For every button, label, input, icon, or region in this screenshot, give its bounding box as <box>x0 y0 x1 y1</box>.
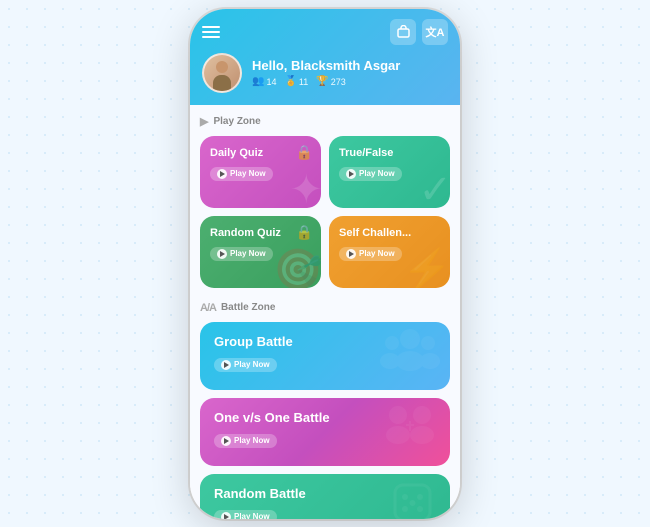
random-quiz-play-btn[interactable]: Play Now <box>210 247 273 261</box>
random-battle-card[interactable]: Random Battle Play Now <box>200 474 450 519</box>
greeting-text: Hello, Blacksmith Asgar <box>252 58 448 74</box>
self-challenge-bg-icon: ⚡ <box>402 246 450 288</box>
followers-count: 14 <box>266 77 276 87</box>
stat-followers: 👥 14 <box>252 76 276 87</box>
medals-count: 11 <box>299 77 308 87</box>
one-vs-one-card[interactable]: One v/s One Battle Play Now <box>200 398 450 466</box>
self-challenge-card[interactable]: Self Challen... Play Now ⚡ <box>329 216 450 288</box>
one-vs-one-play-btn[interactable]: Play Now <box>214 434 277 448</box>
true-false-bg-icon: ✓ <box>418 167 450 208</box>
profile-stats: 👥 14 🏅 11 🏆 273 <box>252 76 448 87</box>
battle-zone-icon: A/A <box>200 302 216 314</box>
main-content: ▶ Play Zone Daily Quiz Play Now 🔒 ✦ True… <box>190 105 460 519</box>
group-battle-play-btn[interactable]: Play Now <box>214 358 277 372</box>
true-false-card[interactable]: True/False Play Now ✓ <box>329 136 450 208</box>
play-zone-icon: ▶ <box>200 115 208 128</box>
battle-zone-title: Battle Zone <box>221 302 275 313</box>
random-quiz-bg-icon: 🎯 <box>273 246 321 288</box>
profile-info: Hello, Blacksmith Asgar 👥 14 🏅 11 🏆 273 <box>252 58 448 88</box>
random-battle-play-icon <box>221 512 231 519</box>
medals-icon: 🏅 <box>284 76 296 87</box>
random-quiz-lock-icon: 🔒 <box>296 224 313 241</box>
translate-icon[interactable]: 文A <box>422 19 448 45</box>
stat-medals: 🏅 11 <box>284 76 308 87</box>
menu-button[interactable] <box>202 26 220 38</box>
random-battle-play-btn[interactable]: Play Now <box>214 510 277 519</box>
daily-quiz-bg-icon: ✦ <box>289 167 321 208</box>
random-battle-bg-icon <box>385 477 440 519</box>
group-battle-bg-icon <box>380 325 440 387</box>
self-challenge-title: Self Challen... <box>339 226 440 240</box>
group-battle-play-icon <box>221 360 231 370</box>
app-header: 文A Hello, Blacksmith Asgar 👥 14 <box>190 9 460 105</box>
true-false-title: True/False <box>339 146 440 160</box>
true-false-play-btn[interactable]: Play Now <box>339 167 402 181</box>
daily-quiz-play-btn[interactable]: Play Now <box>210 167 273 181</box>
one-vs-one-play-icon <box>221 436 231 446</box>
play-zone-label: ▶ Play Zone <box>200 115 450 128</box>
trophies-icon: 🏆 <box>316 76 328 87</box>
avatar <box>202 53 242 93</box>
trophies-count: 273 <box>331 77 346 87</box>
stat-trophies: 🏆 273 <box>316 76 345 87</box>
battle-zone-grid: Group Battle Play Now <box>200 322 450 519</box>
random-quiz-card[interactable]: Random Quiz Play Now 🔒 🎯 <box>200 216 321 288</box>
play-zone-grid: Daily Quiz Play Now 🔒 ✦ True/False Play … <box>200 136 450 288</box>
true-false-play-icon <box>346 169 356 179</box>
random-quiz-play-icon <box>217 249 227 259</box>
daily-quiz-play-icon <box>217 169 227 179</box>
self-challenge-play-icon <box>346 249 356 259</box>
inventory-icon[interactable] <box>390 19 416 45</box>
one-vs-one-bg-icon <box>380 401 440 463</box>
phone-frame: 文A Hello, Blacksmith Asgar 👥 14 <box>190 9 460 519</box>
daily-quiz-lock-icon: 🔒 <box>296 144 313 161</box>
followers-icon: 👥 <box>252 76 264 87</box>
play-zone-title: Play Zone <box>213 116 260 127</box>
group-battle-card[interactable]: Group Battle Play Now <box>200 322 450 390</box>
daily-quiz-card[interactable]: Daily Quiz Play Now 🔒 ✦ <box>200 136 321 208</box>
self-challenge-play-btn[interactable]: Play Now <box>339 247 402 261</box>
battle-zone-label: A/A Battle Zone <box>200 302 450 314</box>
